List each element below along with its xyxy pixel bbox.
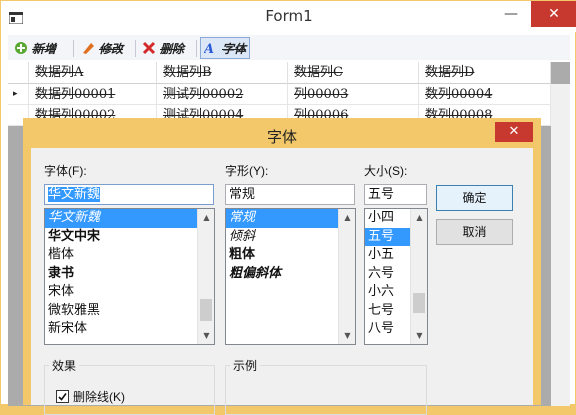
column-header[interactable]: 数据列D <box>419 62 551 84</box>
list-item[interactable]: 倾斜 <box>226 228 355 247</box>
row-indicator[interactable]: ▸ <box>8 84 29 105</box>
toolbar-separator <box>73 40 74 57</box>
edit-label: 修改 <box>99 41 124 56</box>
list-item[interactable]: 微软雅黑 <box>45 302 214 321</box>
ok-button[interactable]: 确定 <box>436 185 513 211</box>
list-item[interactable]: 粗偏斜体 <box>226 265 355 284</box>
delete-icon <box>142 41 156 55</box>
window-title: Form1 <box>265 7 313 25</box>
close-button[interactable]: ✕ <box>531 1 576 27</box>
scroll-up-icon[interactable]: ▲ <box>411 209 427 226</box>
column-header[interactable]: 数据列B <box>157 62 288 84</box>
style-list-scrollbar[interactable]: ▲ ▼ <box>338 209 355 344</box>
sample-label: 示例 <box>230 357 261 374</box>
table-cell[interactable]: 列00003 <box>288 84 419 105</box>
scroll-thumb[interactable] <box>413 293 425 313</box>
scroll-down-icon[interactable]: ▼ <box>411 327 427 344</box>
scroll-down-icon[interactable]: ▼ <box>198 327 214 344</box>
font-button[interactable]: A 字体 <box>200 37 251 59</box>
title-bar[interactable]: Form1 — ✕ <box>1 1 576 32</box>
style-list[interactable]: 常规 倾斜 粗体 粗偏斜体 ▲ ▼ <box>225 208 356 345</box>
list-item[interactable]: 楷体 <box>45 246 214 265</box>
svg-text:A: A <box>204 42 214 55</box>
scroll-down-icon[interactable]: ▼ <box>339 327 355 344</box>
toolbar-separator <box>135 40 136 57</box>
size-list-scrollbar[interactable]: ▲ ▼ <box>410 209 427 344</box>
edit-button[interactable]: 修改 <box>81 37 123 59</box>
font-name-input[interactable]: 华文新魏 <box>44 184 214 205</box>
scroll-up-icon[interactable]: ▲ <box>198 209 214 226</box>
strikeout-label: 删除线(K) <box>73 390 125 404</box>
list-item[interactable]: 新宋体 <box>45 320 214 339</box>
font-style-input[interactable]: 常规 <box>225 184 355 205</box>
grid-scrollbar[interactable] <box>551 84 570 406</box>
font-icon: A <box>202 41 218 57</box>
cancel-button[interactable]: 取消 <box>436 219 513 245</box>
column-header[interactable]: 数据列C <box>288 62 419 84</box>
scroll-thumb[interactable] <box>200 299 212 321</box>
minimize-button[interactable]: — <box>491 1 531 27</box>
list-item[interactable]: 华文中宋 <box>45 228 214 247</box>
size-list[interactable]: 小四 五号 小五 六号 小六 七号 八号 ▲ ▼ <box>364 208 428 345</box>
toolbar: 新增 修改 删除 A 字体 <box>8 35 570 60</box>
list-item[interactable]: 粗体 <box>226 246 355 265</box>
add-label: 新增 <box>32 41 57 56</box>
font-label: 字体(F): <box>44 164 87 178</box>
grid-corner <box>8 62 29 84</box>
effects-label: 效果 <box>49 357 80 374</box>
size-label: 大小(S): <box>364 164 408 178</box>
delete-button[interactable]: 删除 <box>142 37 184 59</box>
dialog-body: 字体(F): 字形(Y): 大小(S): 华文新魏 常规 五号 华文新魏 华文中… <box>31 148 533 415</box>
edit-icon <box>81 41 95 55</box>
table-cell[interactable]: 测试列00002 <box>157 84 288 105</box>
add-button[interactable]: 新增 <box>14 37 56 59</box>
dialog-title: 字体 <box>266 128 297 146</box>
list-item[interactable]: 隶书 <box>45 265 214 284</box>
add-icon <box>14 41 28 55</box>
font-label: 字体 <box>222 41 247 56</box>
strikeout-checkbox[interactable]: 删除线(K) <box>56 388 125 405</box>
checkbox-checked-icon[interactable] <box>56 390 69 403</box>
dialog-close-button[interactable]: ✕ <box>495 122 533 142</box>
list-item[interactable]: 常规 <box>226 209 355 228</box>
table-cell[interactable]: 数列00004 <box>419 84 551 105</box>
font-size-input[interactable]: 五号 <box>364 184 427 205</box>
delete-label: 删除 <box>160 41 185 56</box>
scroll-up-icon[interactable]: ▲ <box>339 209 355 226</box>
font-list[interactable]: 华文新魏 华文中宋 楷体 隶书 宋体 微软雅黑 新宋体 ▲ ▼ <box>44 208 215 345</box>
column-header[interactable]: 数据列A <box>29 62 157 84</box>
table-cell[interactable]: 数据列00001 <box>29 84 157 105</box>
font-list-scrollbar[interactable]: ▲ ▼ <box>197 209 214 344</box>
toolbar-separator <box>196 40 197 57</box>
list-item[interactable]: 华文新魏 <box>45 209 214 228</box>
style-label: 字形(Y): <box>225 164 269 178</box>
list-item[interactable]: 宋体 <box>45 283 214 302</box>
font-dialog: 字体 ✕ 字体(F): 字形(Y): 大小(S): 华文新魏 常规 五号 华文新… <box>23 118 541 415</box>
